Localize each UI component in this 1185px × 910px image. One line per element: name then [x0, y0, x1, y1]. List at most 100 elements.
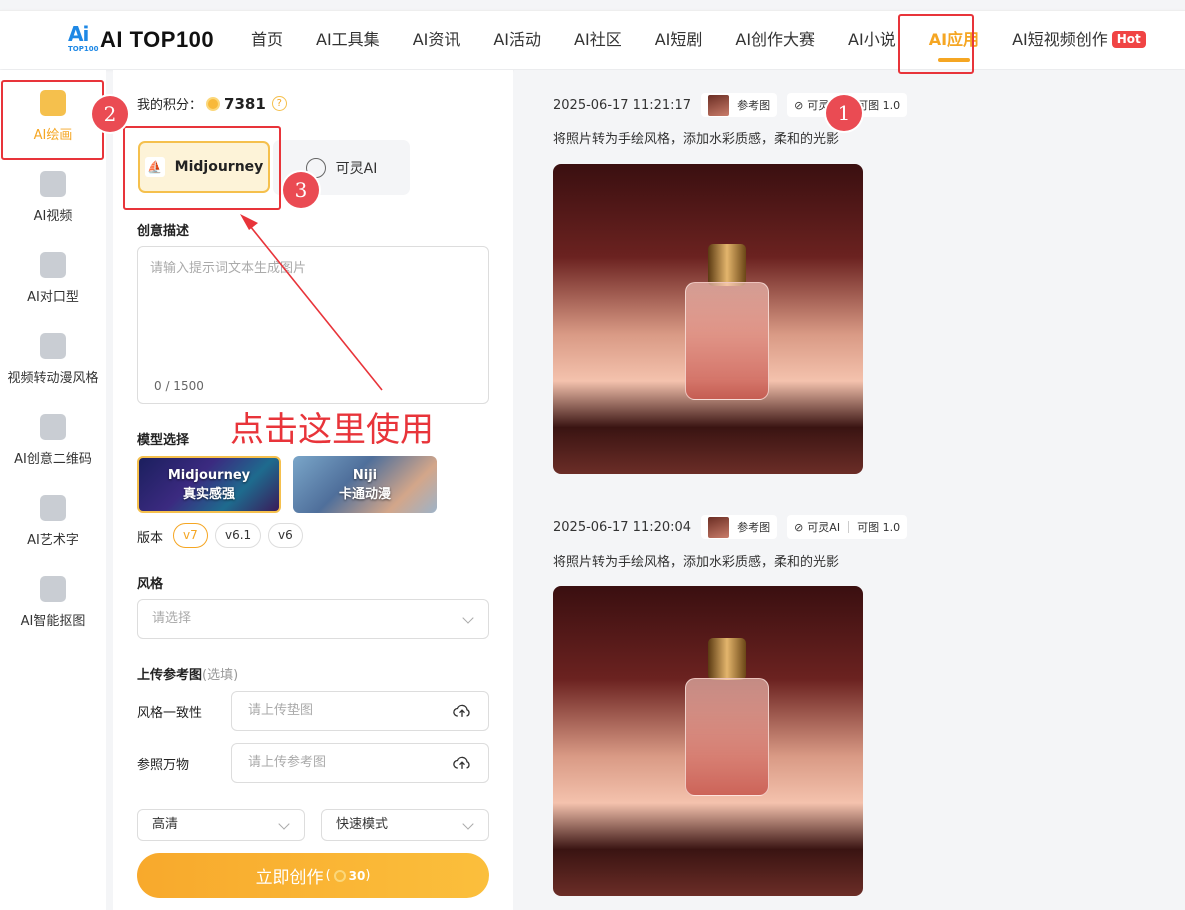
result-time: 2025-06-17 11:21:17	[553, 97, 692, 113]
nav-short-video-label: AI短视频创作	[1012, 30, 1108, 49]
speed-value: 快速模式	[336, 817, 389, 832]
nav-home[interactable]: 首页	[251, 11, 283, 70]
upload-label: 上传参考图(选填)	[137, 668, 239, 683]
create-button-label: 立即创作	[255, 868, 324, 888]
nav-short-video[interactable]: AI短视频创作 Hot	[1012, 11, 1146, 70]
version-option-v6-1[interactable]: v6.1	[215, 523, 262, 548]
sidebar-item-cutout[interactable]: AI智能抠图	[0, 576, 106, 629]
version-label: 版本	[137, 531, 164, 546]
points-row: 我的积分： 7381 ?	[137, 94, 287, 113]
model-label: 模型选择	[137, 433, 190, 448]
results-gallery: 2025-06-17 11:21:17 参考图 ⊘ 可灵AI 可图 1.0 将照…	[514, 70, 1185, 910]
style-ref-upload[interactable]: 请上传垫图	[231, 691, 489, 731]
qrcode-icon	[40, 414, 66, 440]
main-nav: 首页 AI工具集 AI资讯 AI活动 AI社区 AI短剧 AI创作大赛 AI小说…	[251, 11, 1146, 70]
help-icon[interactable]: ?	[271, 96, 287, 111]
style-label: 风格	[137, 577, 164, 592]
model-title: Niji	[352, 467, 378, 483]
keling-logo-icon: ⊘	[794, 98, 804, 112]
sidebar-item-art-text[interactable]: AI艺术字	[0, 495, 106, 548]
sidebar-item-qrcode[interactable]: AI创意二维码	[0, 414, 106, 467]
reference-thumbnail	[708, 94, 730, 116]
cost-open: (	[325, 868, 331, 883]
quality-value: 高清	[152, 817, 179, 832]
sidebar-item-video-anime[interactable]: 视频转动漫风格	[0, 333, 106, 386]
hot-badge: Hot	[1111, 31, 1146, 48]
version-option-v7[interactable]: v7	[173, 523, 208, 548]
brand-logo[interactable]: Ai TOP100 AI TOP100	[68, 23, 214, 57]
reference-thumbnail	[708, 516, 730, 538]
brand-mark-icon: Ai TOP100	[68, 22, 99, 53]
result-prompt: 将照片转为手绘风格，添加水彩质感，柔和的光影	[553, 132, 840, 147]
obj-ref-label: 参照万物	[137, 758, 190, 773]
sidebar-item-label: AI创意二维码	[14, 452, 92, 467]
image-icon	[40, 90, 66, 116]
sidebar: AI绘画 AI视频 AI对口型 视频转动漫风格 AI创意二维码 AI艺术字 AI…	[0, 70, 106, 910]
nav-news[interactable]: AI资讯	[413, 11, 461, 70]
reference-image-pill[interactable]: 参考图	[701, 93, 778, 117]
cloud-upload-icon	[453, 756, 470, 769]
result-prompt: 将照片转为手绘风格，添加水彩质感，柔和的光影	[553, 555, 840, 570]
keling-logo-icon: ⊘	[794, 520, 804, 534]
nav-ai-apps[interactable]: AI应用	[929, 11, 979, 70]
nav-short-drama[interactable]: AI短剧	[655, 11, 703, 70]
reference-image-pill[interactable]: 参考图	[701, 515, 778, 539]
top-navbar: Ai TOP100 AI TOP100 首页 AI工具集 AI资讯 AI活动 A…	[0, 10, 1185, 69]
result-time: 2025-06-17 11:20:04	[553, 519, 692, 535]
step-badge-1: 1	[826, 95, 862, 131]
sailboat-icon: ⛵	[144, 157, 165, 177]
sidebar-item-label: AI绘画	[33, 128, 73, 143]
sidebar-item-label: AI对口型	[27, 290, 79, 305]
perfume-cap	[708, 244, 746, 286]
result-image[interactable]	[553, 586, 863, 896]
points-label: 我的积分：	[137, 98, 203, 113]
prompt-label: 创意描述	[137, 224, 190, 239]
nav-community[interactable]: AI社区	[574, 11, 622, 70]
annotation-arrow-icon	[240, 214, 383, 391]
prompt-counter: 0 / 1500	[154, 379, 204, 393]
create-cost: 30	[348, 868, 366, 883]
chevron-down-icon	[462, 818, 474, 830]
sidebar-item-lip-sync[interactable]: AI对口型	[0, 252, 106, 305]
chevron-down-icon	[278, 818, 290, 830]
nav-novel[interactable]: AI小说	[848, 11, 896, 70]
model-subtitle: 真实感强	[182, 486, 235, 502]
obj-ref-placeholder: 请上传参考图	[248, 755, 327, 770]
speed-select[interactable]: 快速模式	[321, 809, 489, 841]
create-button[interactable]: 立即创作 ( 30 )	[137, 853, 489, 898]
quality-select[interactable]: 高清	[137, 809, 305, 841]
sidebar-item-ai-video[interactable]: AI视频	[0, 171, 106, 224]
engine-tab-midjourney[interactable]: ⛵ Midjourney	[138, 141, 270, 193]
art-text-icon	[40, 495, 66, 521]
sidebar-item-label: AI艺术字	[27, 533, 79, 548]
model-card-niji[interactable]: Niji 卡通动漫	[293, 456, 437, 513]
video-icon	[40, 171, 66, 197]
obj-ref-upload[interactable]: 请上传参考图	[231, 743, 489, 783]
engine-tab-label: Midjourney	[174, 159, 264, 175]
nav-contest[interactable]: AI创作大赛	[735, 11, 815, 70]
annotation-text: 点击这里使用	[230, 410, 434, 450]
sidebar-item-label: AI视频	[33, 209, 73, 224]
style-select[interactable]: 请选择	[137, 599, 489, 639]
perfume-bottle	[685, 282, 769, 400]
nav-tools[interactable]: AI工具集	[316, 11, 380, 70]
engine-model-pill: ⊘ 可灵AI 可图 1.0	[787, 515, 908, 539]
model-subtitle: 卡通动漫	[338, 486, 391, 502]
coin-icon	[333, 869, 346, 882]
cloud-upload-icon	[453, 704, 470, 717]
result-header: 2025-06-17 11:20:04 参考图 ⊘ 可灵AI 可图 1.0	[553, 515, 908, 539]
result-image[interactable]	[553, 164, 863, 474]
cost-close: )	[365, 868, 371, 883]
nav-events[interactable]: AI活动	[493, 11, 541, 70]
model-card-midjourney[interactable]: Midjourney 真实感强	[137, 456, 281, 513]
brand-name: AI TOP100	[100, 27, 215, 52]
sidebar-item-ai-painting[interactable]: AI绘画	[0, 90, 106, 143]
coin-icon	[206, 96, 221, 111]
style-ref-label: 风格一致性	[137, 706, 203, 721]
perfume-cap	[708, 638, 746, 680]
engine-tab-label: 可灵AI	[335, 160, 378, 177]
cutout-icon	[40, 576, 66, 602]
divider	[848, 521, 850, 533]
step-badge-3: 3	[283, 172, 319, 208]
version-option-v6[interactable]: v6	[268, 523, 303, 548]
